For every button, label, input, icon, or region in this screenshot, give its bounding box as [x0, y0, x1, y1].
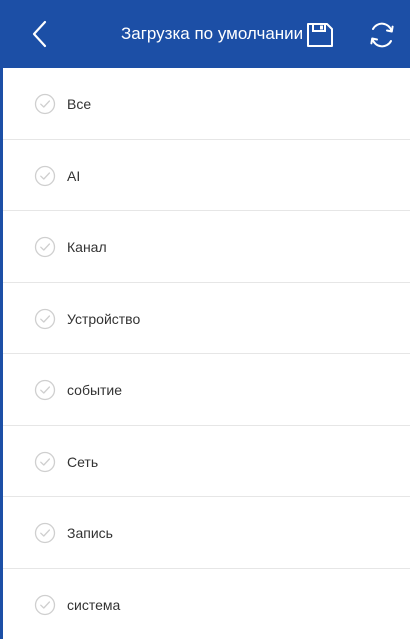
refresh-icon: [370, 22, 394, 48]
list-item-channel[interactable]: Канал: [3, 211, 410, 283]
list-item-label: Канал: [67, 239, 107, 255]
list-item-event[interactable]: событие: [3, 354, 410, 426]
check-circle-icon[interactable]: [34, 308, 56, 330]
list-item-device[interactable]: Устройство: [3, 283, 410, 354]
list-item-label: событие: [67, 382, 123, 398]
check-circle-icon[interactable]: [34, 594, 56, 616]
save-icon: [307, 23, 333, 47]
list-item-system[interactable]: система: [3, 569, 410, 639]
page-title: Загрузка по умолчании: [121, 24, 304, 43]
list-item-label: AI: [67, 167, 81, 184]
refresh-button[interactable]: [367, 20, 397, 50]
save-button[interactable]: [305, 21, 335, 49]
check-circle-icon[interactable]: [34, 93, 56, 115]
check-circle-icon[interactable]: [34, 236, 56, 258]
list-item-label: система: [67, 596, 121, 613]
list-item-label: Все: [67, 96, 92, 112]
list-item-label: Сеть: [67, 453, 99, 470]
list-item-record[interactable]: Запись: [3, 497, 410, 569]
list-item-network[interactable]: Сеть: [3, 426, 410, 497]
list-item-label: Запись: [67, 525, 113, 541]
back-button[interactable]: [25, 18, 57, 50]
screen: Загрузка по умолчании Все AI Канал Устро…: [0, 0, 410, 639]
chevron-left-icon: [32, 20, 47, 48]
check-circle-icon[interactable]: [34, 165, 56, 187]
check-circle-icon[interactable]: [34, 451, 56, 473]
list-item-ai[interactable]: AI: [3, 140, 410, 211]
list-item-label: Устройство: [67, 310, 141, 327]
list-item-all[interactable]: Все: [3, 68, 410, 140]
check-circle-icon[interactable]: [34, 379, 56, 401]
top-bar: Загрузка по умолчании: [3, 0, 410, 68]
log-type-list: Все AI Канал Устройство событие Сеть Зап…: [3, 68, 410, 639]
check-circle-icon[interactable]: [34, 522, 56, 544]
